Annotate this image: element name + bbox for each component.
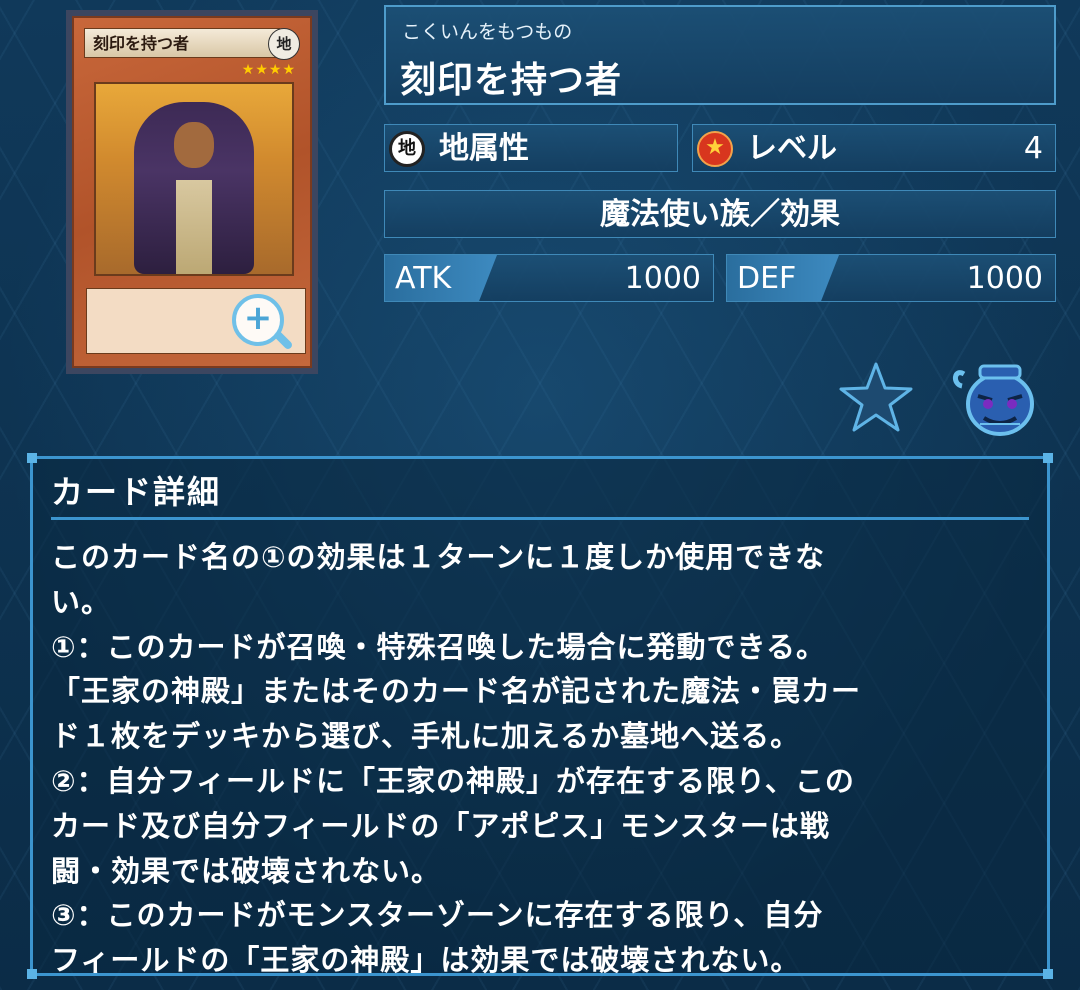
title-divider <box>51 517 1029 520</box>
attribute-panel: 地 地属性 <box>384 124 678 172</box>
earth-attribute-icon: 地 <box>389 131 425 167</box>
atk-label: ATK <box>395 261 452 296</box>
pot-button[interactable] <box>950 358 1040 440</box>
card-image-name: 刻印を持つ者 <box>84 28 280 58</box>
card-artwork <box>94 82 294 276</box>
attribute-label: 地属性 <box>439 131 529 166</box>
level-value: 4 <box>1023 131 1043 166</box>
artwork-robe <box>176 180 212 274</box>
corner-ornament <box>27 969 37 979</box>
card-name-ruby: こくいんをもつもの <box>402 21 573 43</box>
monster-type: 魔法使い族／効果 <box>384 190 1056 238</box>
atk-panel: ATK 1000 <box>384 254 714 302</box>
card-detail-box: カード詳細 このカード名の①の効果は１ターンに１度しか使用できな い。 ①：この… <box>27 453 1053 979</box>
favorite-button[interactable] <box>838 360 914 434</box>
artwork-face <box>174 122 214 168</box>
corner-ornament <box>1043 969 1053 979</box>
pot-of-greed-icon <box>953 364 1034 436</box>
card-name: 刻印を持つ者 <box>400 60 623 101</box>
def-value: 1000 <box>966 261 1043 296</box>
card-effect-text: このカード名の①の効果は１ターンに１度しか使用できな い。 ①：このカードが召喚… <box>51 540 862 978</box>
card-image-attribute-icon: 地 <box>268 28 300 60</box>
corner-ornament <box>1043 453 1053 463</box>
card-face: 刻印を持つ者 地 ★★★★ + <box>72 16 312 368</box>
def-label: DEF <box>737 261 797 296</box>
level-panel: ★ レベル 4 <box>692 124 1056 172</box>
card-image-level-stars: ★★★★ <box>241 62 296 78</box>
level-star-icon: ★ <box>697 131 733 167</box>
zoom-icon[interactable]: + <box>232 294 284 346</box>
corner-ornament <box>27 453 37 463</box>
card-detail-title: カード詳細 <box>51 473 222 511</box>
star-icon <box>839 362 913 432</box>
def-panel: DEF 1000 <box>726 254 1056 302</box>
card-image[interactable]: 刻印を持つ者 地 ★★★★ + <box>66 10 318 374</box>
level-label: レベル <box>747 131 837 166</box>
card-name-panel: こくいんをもつもの 刻印を持つ者 <box>384 5 1056 105</box>
atk-value: 1000 <box>624 261 701 296</box>
